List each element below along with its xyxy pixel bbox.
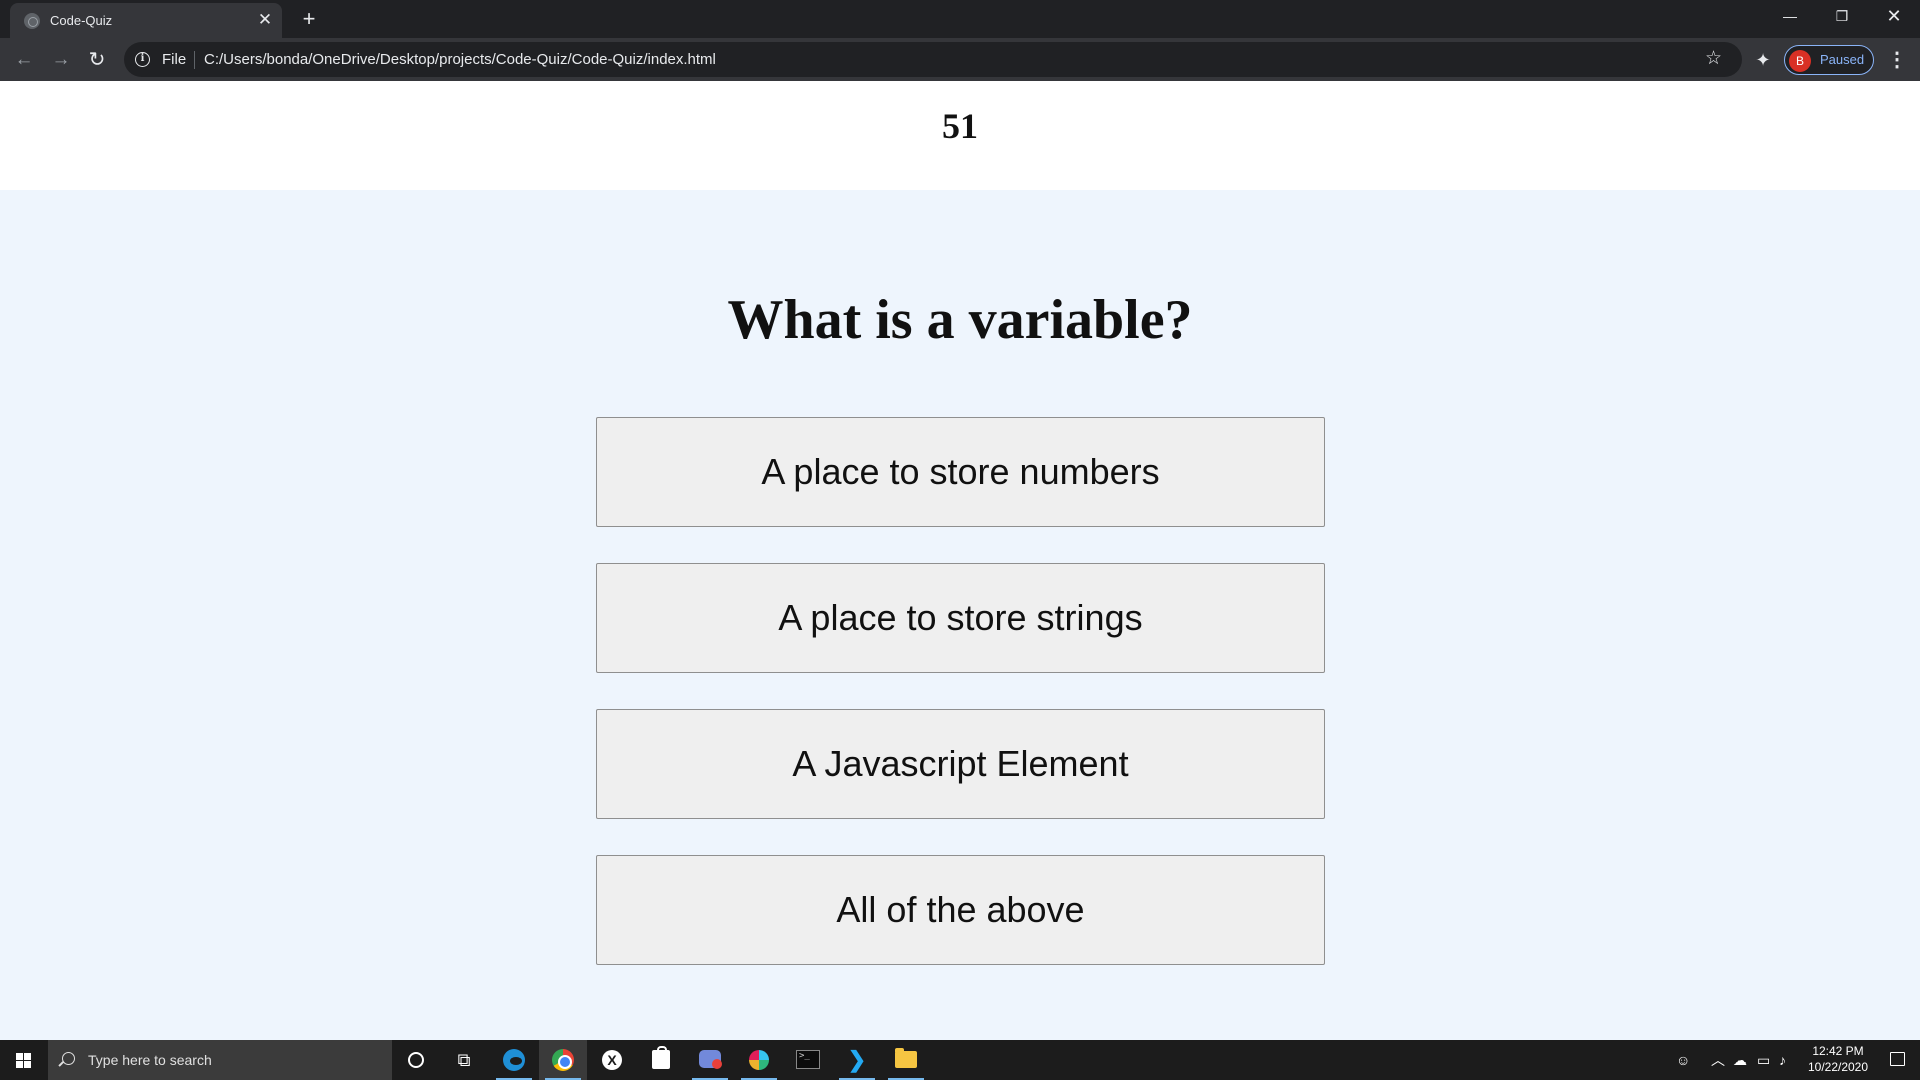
system-clock[interactable]: 12:42 PM 10/22/2020 <box>1800 1043 1876 1075</box>
question-heading: What is a variable? <box>727 289 1193 351</box>
profile-button[interactable]: B Paused <box>1784 45 1874 75</box>
task-view-icon: ⧉ <box>457 1050 471 1070</box>
browser-toolbar: ← → ↻ i File C:/Users/bonda/OneDrive/Des… <box>0 38 1920 81</box>
answer-button-2[interactable]: A place to store strings <box>596 563 1325 673</box>
taskbar-chrome[interactable] <box>539 1040 587 1080</box>
volume-icon[interactable]: ♪ <box>1779 1051 1786 1069</box>
globe-icon <box>24 13 40 29</box>
url-text[interactable]: C:/Users/bonda/OneDrive/Desktop/projects… <box>204 51 716 68</box>
answer-button-3[interactable]: A Javascript Element <box>596 709 1325 819</box>
taskbar-file-explorer[interactable] <box>882 1040 930 1080</box>
info-icon[interactable]: i <box>135 52 150 67</box>
kebab-menu-icon[interactable]: ⋮ <box>1884 47 1910 73</box>
slack-icon <box>749 1050 769 1070</box>
extensions-puzzle-icon[interactable]: ✦ <box>1750 47 1776 73</box>
chrome-icon <box>552 1049 574 1071</box>
scheme-label: File <box>162 51 187 68</box>
terminal-icon: >_ <box>796 1050 820 1069</box>
task-view-button[interactable]: ⧉ <box>440 1040 488 1080</box>
bookmark-star-icon[interactable]: ☆ <box>1705 46 1722 72</box>
avatar: B <box>1789 50 1811 72</box>
start-button[interactable] <box>0 1040 48 1080</box>
taskbar-terminal[interactable]: >_ <box>784 1040 832 1080</box>
taskbar-vscode[interactable]: ❯ <box>833 1040 881 1080</box>
onedrive-cloud-icon[interactable]: ☁ <box>1733 1051 1747 1069</box>
discord-icon <box>699 1050 722 1069</box>
windows-logo-icon <box>16 1053 32 1068</box>
profile-status: Paused <box>1820 52 1865 67</box>
search-icon <box>62 1052 75 1065</box>
store-bag-icon <box>652 1046 670 1069</box>
network-icon[interactable]: ▭ <box>1757 1051 1770 1069</box>
vscode-icon: ❯ <box>847 1047 867 1072</box>
folder-icon <box>895 1048 917 1068</box>
window-close-icon[interactable]: ✕ <box>1868 0 1920 34</box>
taskbar-edge[interactable] <box>490 1040 538 1080</box>
tab-strip: Code-Quiz ✕ + — ❐ ✕ <box>0 0 1920 38</box>
countdown-timer: 51 <box>942 106 978 146</box>
search-placeholder: Type here to search <box>88 1052 212 1068</box>
address-divider <box>194 51 195 69</box>
cortana-icon <box>408 1052 424 1068</box>
restore-icon[interactable]: ❐ <box>1816 0 1868 34</box>
edge-icon <box>503 1049 525 1071</box>
minimize-icon[interactable]: — <box>1764 0 1816 34</box>
timer-header: 51 <box>0 81 1920 190</box>
taskbar: Type here to search ⧉ X >_ ❯ ☺ ︿ ☁ ▭ ♪ 1… <box>0 1040 1920 1080</box>
answer-button-4[interactable]: All of the above <box>596 855 1325 965</box>
clock-time: 12:42 PM <box>1812 1044 1864 1058</box>
notification-icon <box>1890 1052 1905 1066</box>
reload-icon[interactable]: ↻ <box>84 47 110 73</box>
cortana-button[interactable] <box>392 1040 440 1080</box>
new-tab-button[interactable]: + <box>295 5 323 33</box>
page-viewport: 51 What is a variable? A place to store … <box>0 81 1920 1040</box>
forward-arrow-icon[interactable]: → <box>48 47 74 73</box>
tab-code-quiz[interactable]: Code-Quiz ✕ <box>10 3 282 38</box>
back-arrow-icon[interactable]: ← <box>11 47 37 73</box>
chevron-up-icon[interactable]: ︿ <box>1711 1051 1725 1069</box>
taskbar-xbox[interactable]: X <box>588 1040 636 1080</box>
address-bar[interactable]: i File C:/Users/bonda/OneDrive/Desktop/p… <box>124 42 1742 77</box>
taskbar-slack[interactable] <box>735 1040 783 1080</box>
answer-button-1[interactable]: A place to store numbers <box>596 417 1325 527</box>
action-center-button[interactable] <box>1876 1040 1920 1080</box>
taskbar-discord[interactable] <box>686 1040 734 1080</box>
tab-title: Code-Quiz <box>50 13 113 28</box>
taskbar-store[interactable] <box>637 1040 685 1080</box>
people-icon[interactable]: ☺ <box>1676 1051 1690 1069</box>
clock-date: 10/22/2020 <box>1807 1060 1869 1074</box>
taskbar-search[interactable]: Type here to search <box>48 1040 392 1080</box>
xbox-icon: X <box>602 1050 622 1070</box>
close-tab-icon[interactable]: ✕ <box>254 9 276 31</box>
